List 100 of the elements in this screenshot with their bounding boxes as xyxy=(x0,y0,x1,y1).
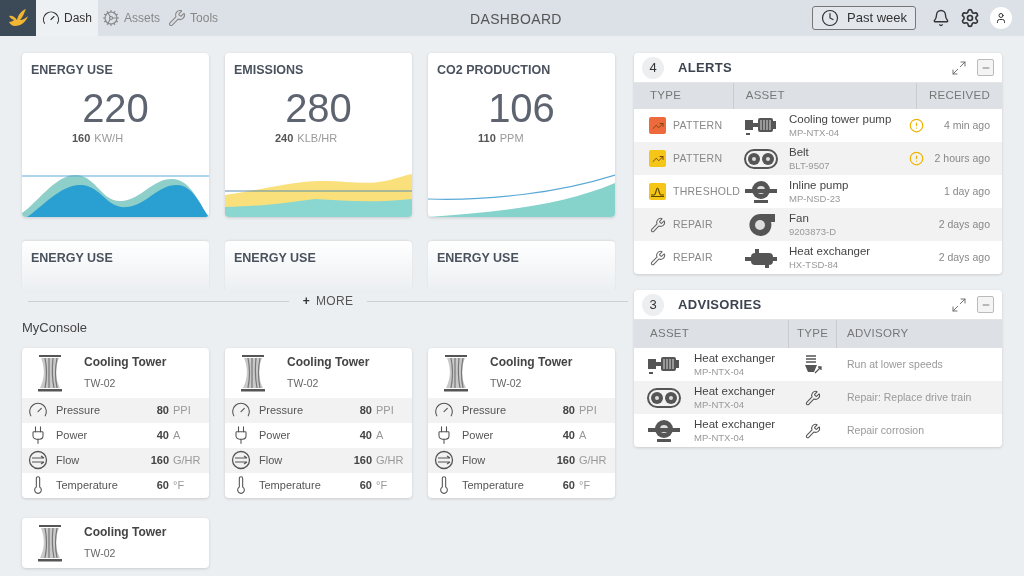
asset-name: Cooling tower pump xyxy=(789,112,893,126)
cog-icon xyxy=(102,9,120,27)
metric-value: 40 xyxy=(156,427,169,443)
pump-icon xyxy=(743,178,779,205)
asset-name: Fan xyxy=(789,211,810,225)
period-button[interactable]: Past week xyxy=(812,6,916,30)
advisory-row[interactable]: Heat exchanger MP-NTX-04 Run at lower speeds xyxy=(634,348,1002,381)
metric-label: Power xyxy=(56,427,88,443)
metric-label: Pressure xyxy=(56,402,101,418)
unit: A xyxy=(579,427,588,443)
alert-type: PATTERN xyxy=(673,117,724,133)
column-header: TYPE xyxy=(789,320,837,348)
unit: PPI xyxy=(376,402,395,418)
column-header: RECEIVED xyxy=(927,88,991,104)
flow-icon xyxy=(28,450,48,470)
unit: KW/H xyxy=(94,130,124,146)
unit: °F xyxy=(579,477,592,493)
more-button[interactable]: + MORE xyxy=(288,292,368,310)
section-title: MyConsole xyxy=(22,319,89,337)
unit: PPI xyxy=(173,402,192,418)
metric-value: 40 xyxy=(562,427,575,443)
asset-name: Cooling Tower xyxy=(490,354,573,372)
asset-code: TW-02 xyxy=(490,376,523,392)
metric-label: Pressure xyxy=(259,402,304,418)
gauge-icon xyxy=(42,9,60,27)
metric-value: 60 xyxy=(359,477,372,493)
cooling-tower-icon xyxy=(442,353,470,392)
column-header: ADVISORY xyxy=(846,326,910,342)
asset-name: Heat exchanger xyxy=(694,417,777,431)
alert-row[interactable]: REPAIR Heat exchanger HX-TSD-84 2 days ago xyxy=(634,241,1002,274)
asset-name: Heat exchanger xyxy=(694,384,777,398)
asset-name: Heat exchanger xyxy=(789,244,872,258)
metric-label: Temperature xyxy=(259,477,321,493)
column-header: ASSET xyxy=(634,320,789,348)
asset-code: MP-NTX-04 xyxy=(789,125,841,139)
user-avatar[interactable] xyxy=(990,7,1012,29)
wrench-icon xyxy=(649,216,666,233)
metric-value: 60 xyxy=(156,477,169,493)
unit: G/HR xyxy=(173,452,202,468)
asset-name: Cooling Tower xyxy=(287,354,370,372)
alert-row[interactable]: PATTERN Belt BLT-9507 2 hours ago xyxy=(634,142,1002,175)
alert-type: REPAIR xyxy=(673,249,714,265)
unit: PPM xyxy=(499,130,524,146)
column-header: TYPE xyxy=(634,83,734,109)
metric-value: 220 xyxy=(82,85,149,130)
unit: °F xyxy=(376,477,389,493)
asset-code: MP-NTX-04 xyxy=(694,430,746,444)
unit: PPI xyxy=(579,402,598,418)
notifications-button[interactable] xyxy=(932,9,950,27)
metric-value: 160 xyxy=(353,452,372,468)
alert-row[interactable]: REPAIR Fan 9203873-D 2 days ago xyxy=(634,208,1002,241)
asset-code: HX-TSD-84 xyxy=(789,257,840,271)
metric-label: Flow xyxy=(56,452,80,468)
cooling-tower-icon xyxy=(239,353,267,392)
asset-code: 9203873-D xyxy=(789,224,837,238)
unit: G/HR xyxy=(376,452,405,468)
cooling-tower-icon xyxy=(36,353,64,392)
asset-code: MP-NTX-04 xyxy=(694,397,746,411)
card-title: ENERGY USE xyxy=(436,250,520,267)
nav-tab[interactable]: Dash xyxy=(36,0,98,36)
asset-name: Cooling Tower xyxy=(84,524,167,542)
alert-type: THRESHOLD xyxy=(673,183,742,199)
panel-title: ADVISORIES xyxy=(678,295,762,314)
metric-value: 160 xyxy=(150,452,169,468)
asset-code: TW-02 xyxy=(84,376,117,392)
advisory-text: Run at lower speeds xyxy=(847,356,943,372)
settings-button[interactable] xyxy=(960,8,980,28)
metric-label: Flow xyxy=(462,452,486,468)
metric-value: 160 xyxy=(556,452,575,468)
logo xyxy=(0,0,36,36)
unit: A xyxy=(173,427,182,443)
wrench-icon xyxy=(805,389,821,406)
pump-icon xyxy=(646,417,682,444)
metric-value: 80 xyxy=(156,402,169,418)
flow-icon xyxy=(434,450,454,470)
metric-label: Temperature xyxy=(56,477,118,493)
speed-adjust-icon xyxy=(803,353,823,376)
alert-type: REPAIR xyxy=(673,216,714,232)
card-title: ENERGY USE xyxy=(30,250,114,267)
count-badge: 4 xyxy=(642,56,664,79)
asset-code: BLT-9507 xyxy=(789,158,831,172)
alert-row[interactable]: PATTERN Cooling tower pump MP-NTX-04 4 min ago xyxy=(634,109,1002,142)
advisory-row[interactable]: Heat exchanger MP-NTX-04 Repair: Replace drive train xyxy=(634,381,1002,414)
cooling-tower-icon xyxy=(36,523,64,562)
wrench-icon xyxy=(649,249,666,266)
received-time: 2 days ago xyxy=(937,249,991,265)
sub-value: 240 xyxy=(275,130,294,146)
asset-code: MP-NSD-23 xyxy=(789,191,842,205)
unit: A xyxy=(376,427,385,443)
metric-value: 60 xyxy=(562,477,575,493)
metric-label: Pressure xyxy=(462,402,507,418)
alert-row[interactable]: THRESHOLD Inline pump MP-NSD-23 1 day ago xyxy=(634,175,1002,208)
clock-icon xyxy=(821,9,839,27)
sub-value: 110 xyxy=(478,130,496,146)
metric-value: 106 xyxy=(488,85,555,130)
panel-title: ALERTS xyxy=(678,58,732,77)
advisory-row[interactable]: Heat exchanger MP-NTX-04 Repair corrosion xyxy=(634,414,1002,447)
page-title: DASHBOARD xyxy=(470,10,562,29)
advisory-text: Repair corrosion xyxy=(847,422,925,438)
asset-name: Inline pump xyxy=(789,178,850,192)
